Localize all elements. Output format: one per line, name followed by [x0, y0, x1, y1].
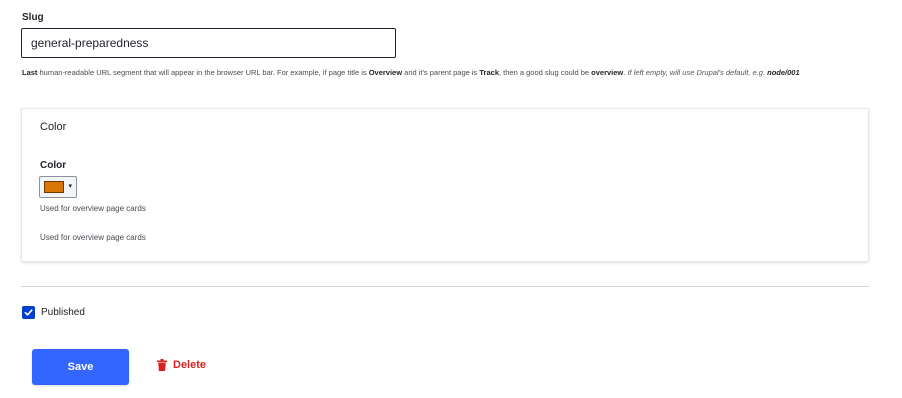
- delete-label: Delete: [173, 359, 207, 371]
- slug-description-text: , then a good slug could be: [499, 68, 592, 77]
- check-icon: [24, 308, 33, 316]
- color-description: Used for overview page cards: [40, 204, 146, 213]
- edit-form: Slug Last human-readable URL segment tha…: [0, 0, 902, 398]
- slug-description-emphasis: Last: [22, 68, 38, 77]
- color-description-repeat: Used for overview page cards: [40, 233, 146, 242]
- color-swatch: [44, 181, 64, 193]
- color-fieldset-title: Color: [40, 121, 67, 133]
- slug-description-example: node/001: [767, 68, 800, 77]
- color-fieldset: Color Color ▾ Used for overview page car…: [21, 108, 869, 262]
- slug-description-text: and it's parent page is: [402, 68, 480, 77]
- delete-button[interactable]: Delete: [157, 359, 206, 371]
- slug-description-italic: node/001: [767, 68, 800, 77]
- trash-icon: [157, 359, 167, 371]
- published-checkbox[interactable]: [22, 305, 35, 319]
- slug-description-emphasis: Overview: [368, 68, 403, 77]
- slug-description: Last human-readable URL segment that wil…: [22, 68, 872, 78]
- published-label: Published: [41, 306, 85, 318]
- chevron-down-icon: ▾: [68, 183, 72, 190]
- published-checkbox-row[interactable]: Published: [22, 305, 85, 319]
- divider: [21, 286, 869, 287]
- slug-description-text: human-readable URL segment that will app…: [37, 68, 369, 77]
- color-picker[interactable]: ▾: [39, 176, 77, 198]
- slug-label: Slug: [22, 12, 44, 23]
- color-field-label: Color: [40, 160, 67, 171]
- save-button[interactable]: Save: [32, 349, 129, 385]
- slug-description-emphasis: overview: [591, 68, 624, 77]
- slug-description-emphasis: Track: [479, 68, 499, 77]
- slug-description-italic: If left empty, will use Drupal's default…: [627, 68, 768, 77]
- slug-input[interactable]: [21, 28, 396, 58]
